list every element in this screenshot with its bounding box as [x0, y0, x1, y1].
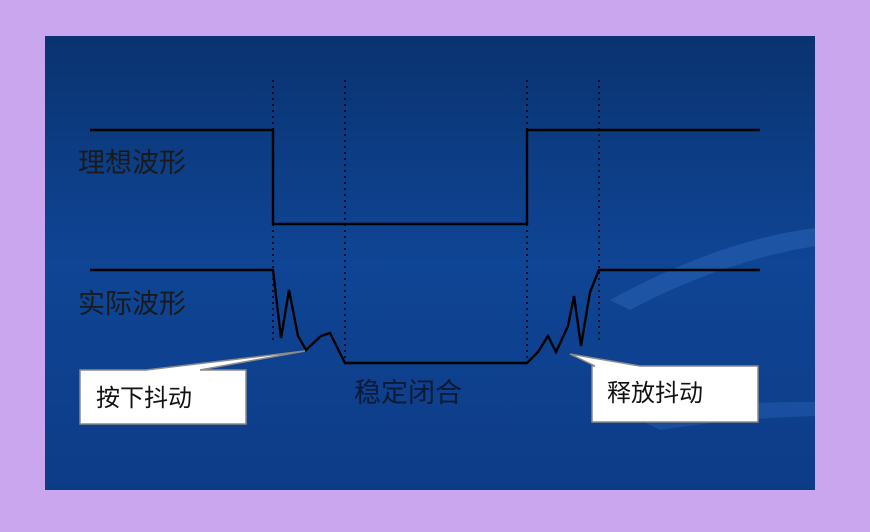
- actual-waveform-label: 实际波形: [78, 289, 186, 320]
- ideal-waveform-label: 理想波形: [78, 148, 186, 179]
- stable-closed-label: 稳定闭合: [354, 378, 462, 409]
- release-bounce-label: 释放抖动: [607, 379, 703, 407]
- press-bounce-label: 按下抖动: [96, 384, 192, 412]
- diagram-canvas: 理想波形 实际波形 稳定闭合 按下抖动 释放抖动: [45, 36, 815, 490]
